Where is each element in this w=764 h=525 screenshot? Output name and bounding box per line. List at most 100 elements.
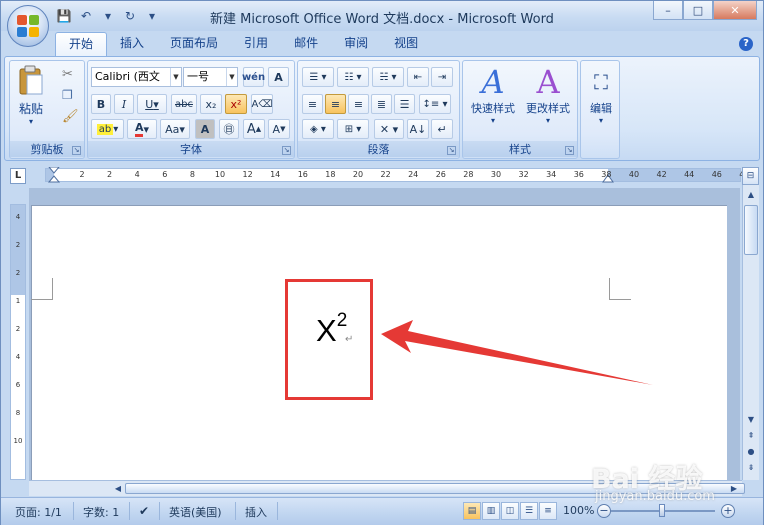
subscript-button[interactable]: x₂: [200, 94, 222, 114]
ruler-tick-label: 16: [297, 170, 308, 179]
full-screen-reading-icon[interactable]: ▥: [482, 502, 500, 520]
ruler-tick-label: 34: [546, 170, 557, 179]
numbering-button[interactable]: ☷ ▾: [337, 67, 369, 87]
line-spacing-button[interactable]: ↕≡ ▾: [419, 94, 451, 114]
editing-button[interactable]: ⛶ 编辑 ▾: [583, 64, 619, 136]
page-count[interactable]: 页面: 1/1: [15, 504, 62, 520]
increase-indent-icon[interactable]: ⇥: [431, 67, 453, 87]
vruler-tick-label: 8: [15, 409, 21, 417]
font-name-combo[interactable]: Calibri (西文 ▼: [91, 67, 182, 87]
justify-icon[interactable]: ≣: [371, 94, 392, 114]
document-page[interactable]: [31, 205, 727, 480]
font-size-combo[interactable]: 一号 ▼: [183, 67, 238, 87]
paragraph-launcher-icon[interactable]: ↘: [447, 146, 456, 155]
proofing-icon[interactable]: ✔: [139, 504, 149, 518]
office-button[interactable]: [7, 5, 49, 47]
clear-format-icon[interactable]: A⌫: [251, 94, 273, 114]
ribbon-tabs: 开始 插入 页面布局 引用 邮件 审阅 视图: [55, 32, 431, 56]
clipboard-group: 粘贴 ▾ ✂ ❐ 🖌 剪贴板 ↘: [9, 60, 85, 159]
tab-mailings[interactable]: 邮件: [281, 32, 331, 56]
tab-view[interactable]: 视图: [381, 32, 431, 56]
print-layout-icon[interactable]: ▤: [463, 502, 481, 520]
tab-page-layout[interactable]: 页面布局: [157, 32, 231, 56]
vertical-scroll-thumb[interactable]: [744, 205, 758, 255]
italic-button[interactable]: I: [114, 94, 134, 114]
watermark-sub: jingyan.baidu.com: [595, 489, 715, 504]
minimize-button[interactable]: –: [653, 1, 683, 20]
ruler-tick-label: 10: [214, 170, 226, 179]
ruler-tick-label: 28: [463, 170, 474, 179]
vruler-tick-label: 10: [13, 437, 23, 445]
strikethrough-button[interactable]: abc: [171, 94, 197, 114]
view-ruler-icon[interactable]: ⊟: [742, 167, 759, 185]
scroll-down-icon[interactable]: ▼: [744, 413, 758, 427]
help-icon[interactable]: ?: [739, 37, 753, 51]
outline-view-icon[interactable]: ☰: [520, 502, 538, 520]
show-marks-icon[interactable]: ↵: [431, 119, 453, 139]
sort-icon[interactable]: A↓: [407, 119, 429, 139]
change-case-button[interactable]: Aa ▾: [160, 119, 190, 139]
insert-mode[interactable]: 插入: [245, 504, 267, 520]
decrease-indent-icon[interactable]: ⇤: [407, 67, 429, 87]
grow-font-button[interactable]: A ▲: [243, 119, 265, 139]
format-painter-icon[interactable]: 🖌: [62, 109, 79, 124]
styles-launcher-icon[interactable]: ↘: [565, 146, 574, 155]
font-color-label: A: [134, 121, 144, 137]
vertical-ruler[interactable]: 4 2 2 1 2 4 6 8 10: [10, 204, 26, 480]
vruler-tick-label: 2: [15, 269, 21, 277]
editing-label: 编辑: [590, 102, 612, 115]
phonetic-guide-icon[interactable]: wén: [242, 67, 265, 87]
vruler-tick-label: 1: [15, 297, 21, 305]
align-left-icon[interactable]: ≡: [302, 94, 323, 114]
shrink-font-button[interactable]: A ▼: [268, 119, 290, 139]
binoculars-icon: ⛶: [594, 70, 608, 94]
shading-button[interactable]: ◈ ▾: [302, 119, 334, 139]
tab-selector[interactable]: L: [10, 168, 26, 184]
change-styles-label: 更改样式: [526, 102, 570, 115]
draft-view-icon[interactable]: ≡: [539, 502, 557, 520]
tab-insert[interactable]: 插入: [107, 32, 157, 56]
word-count[interactable]: 字数: 1: [83, 504, 119, 520]
quick-styles-button[interactable]: A 快速样式 ▾: [467, 64, 519, 136]
font-launcher-icon[interactable]: ↘: [282, 146, 291, 155]
maximize-button[interactable]: □: [683, 1, 713, 20]
ruler-tick-label: 22: [380, 170, 391, 179]
tab-home[interactable]: 开始: [55, 32, 108, 56]
tab-references[interactable]: 引用: [231, 32, 281, 56]
bullets-button[interactable]: ☰ ▾: [302, 67, 334, 87]
status-divider: [159, 502, 160, 520]
superscript-button[interactable]: x²: [225, 94, 247, 114]
font-color-button[interactable]: A ▾: [127, 119, 157, 139]
cut-icon[interactable]: ✂: [62, 67, 73, 82]
prev-page-icon[interactable]: ⇞: [744, 429, 758, 443]
paste-label: 粘贴: [18, 102, 43, 116]
web-layout-icon[interactable]: ◫: [501, 502, 519, 520]
scroll-left-icon[interactable]: ◀: [111, 482, 125, 495]
highlight-color-button[interactable]: ab ▾: [91, 119, 124, 139]
align-right-icon[interactable]: ≡: [348, 94, 369, 114]
distribute-icon[interactable]: ☰: [394, 94, 415, 114]
clipboard-launcher-icon[interactable]: ↘: [72, 146, 81, 155]
horizontal-ruler[interactable]: 2 2 4 6 8 10 12 14 16 18 20 22 24 26 28 30 32 34 36 38 40 42 4…: [45, 167, 749, 183]
paste-button[interactable]: 粘贴 ▾: [14, 65, 48, 137]
scroll-up-icon[interactable]: ▲: [744, 187, 758, 203]
underline-button[interactable]: U ▾: [137, 94, 167, 114]
chinese-layout-button[interactable]: ✕ ▾: [374, 119, 404, 139]
multilevel-list-button[interactable]: ☵ ▾: [372, 67, 404, 87]
enclose-char-icon[interactable]: ㊐: [219, 119, 239, 139]
tab-review[interactable]: 审阅: [331, 32, 381, 56]
char-border-icon[interactable]: A: [268, 67, 289, 87]
align-center-icon[interactable]: ≡: [325, 94, 346, 114]
vertical-scrollbar[interactable]: ▲ ▼ ⇞ ● ⇟: [742, 167, 759, 480]
language-status[interactable]: 英语(美国): [169, 504, 222, 520]
vruler-tick-label: 4: [15, 353, 21, 361]
change-styles-button[interactable]: A 更改样式 ▾: [521, 64, 575, 136]
borders-button[interactable]: ⊞ ▾: [337, 119, 369, 139]
indent-marker-icon[interactable]: [48, 167, 60, 183]
char-shading-icon[interactable]: A: [195, 119, 215, 139]
close-button[interactable]: ✕: [713, 1, 757, 20]
annotation-box: [285, 279, 373, 400]
bold-button[interactable]: B: [91, 94, 111, 114]
ruler-tick-label: 8: [189, 170, 195, 179]
copy-icon[interactable]: ❐: [62, 88, 73, 102]
